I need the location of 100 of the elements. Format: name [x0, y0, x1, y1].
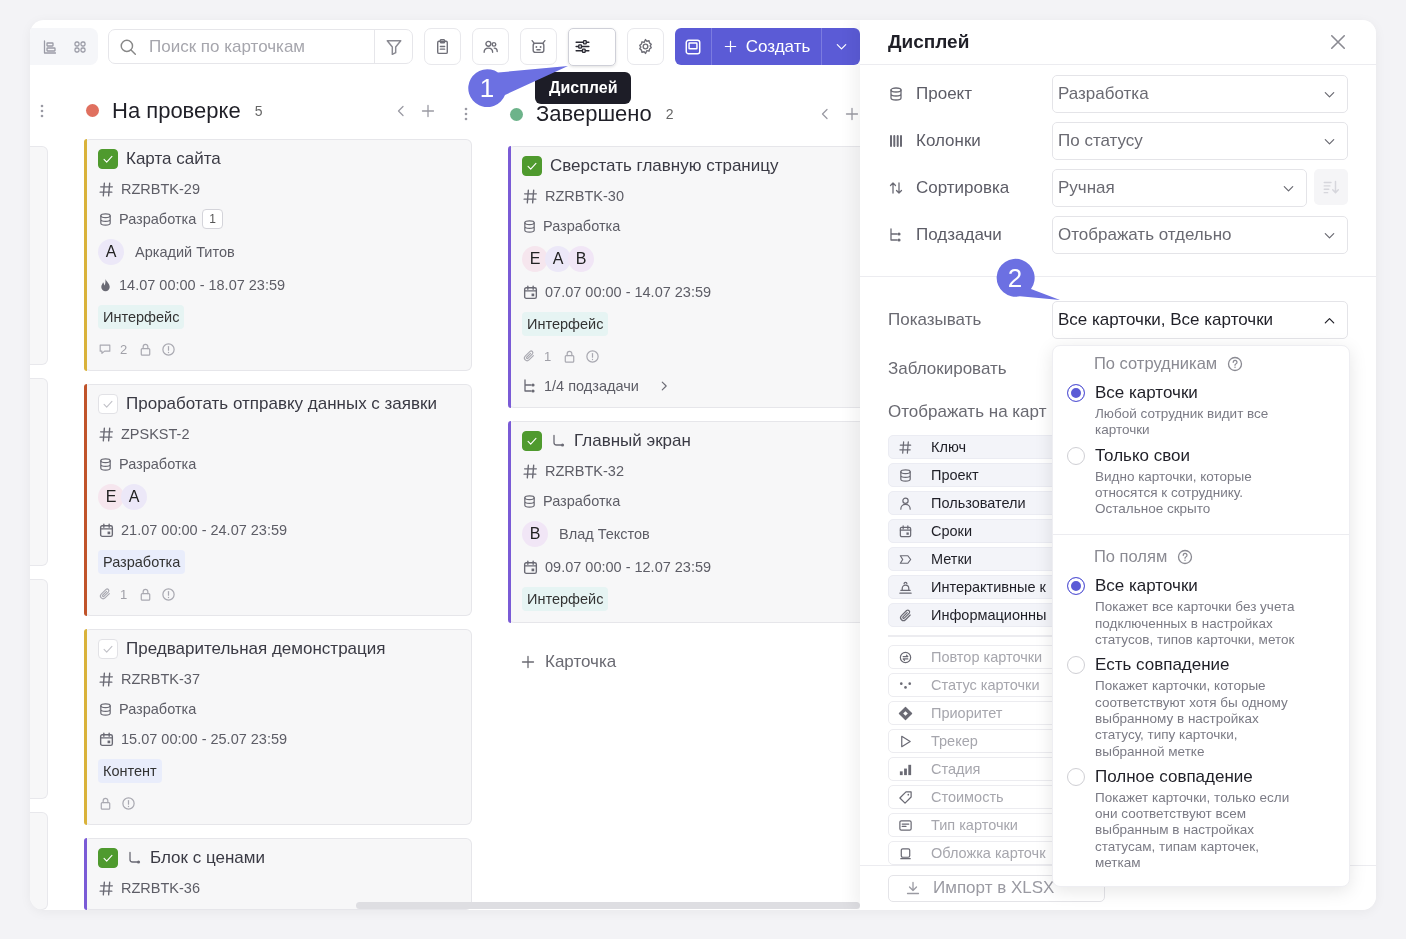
- calendar-icon: [522, 558, 539, 576]
- avatar: Е: [522, 246, 548, 272]
- task-card[interactable]: Проработать отправку данных с заявки ZPSKST-2 Разработка Е А 21.07 00:00 - 24.07 23:59 Разработка 1: [84, 384, 472, 616]
- option-label[interactable]: Все карточки: [1095, 383, 1320, 403]
- help-icon[interactable]: [1177, 549, 1194, 565]
- assignee-name: Влад Текстов: [559, 526, 650, 542]
- clipboard-button[interactable]: [424, 28, 461, 65]
- assignee-name: Аркадий Титов: [135, 244, 235, 260]
- help-icon[interactable]: [1227, 355, 1244, 372]
- select-field[interactable]: Ручная: [1052, 169, 1307, 207]
- counter: 2: [120, 341, 128, 357]
- hash-icon: [98, 670, 115, 688]
- calendar-icon: [98, 521, 115, 539]
- group-title: По полям: [1094, 547, 1168, 567]
- calendar-icon: [98, 730, 115, 748]
- select-field[interactable]: По статусу: [1052, 122, 1348, 160]
- card-title: Карта сайта: [126, 149, 221, 169]
- close-button[interactable]: [1328, 32, 1348, 52]
- plus-icon: [520, 654, 536, 670]
- setting-label: Подзадачи: [916, 225, 1002, 245]
- play-icon: [898, 733, 913, 749]
- comment-icon: [98, 342, 112, 356]
- radio-button[interactable]: [1067, 384, 1085, 402]
- tooltip: Дисплей: [535, 72, 632, 104]
- avatar: А: [98, 239, 124, 265]
- download-icon: [905, 880, 921, 896]
- plus-icon[interactable]: [844, 106, 860, 122]
- card-key: RZRBTK-36: [121, 880, 200, 896]
- price-tag-icon: [898, 789, 913, 805]
- card-count: 5: [254, 102, 263, 119]
- option-label[interactable]: Полное совпадение: [1095, 766, 1320, 787]
- settings-button[interactable]: [627, 28, 664, 65]
- checkbox[interactable]: [522, 156, 542, 176]
- scrollbar[interactable]: [356, 902, 860, 909]
- info-icon: [585, 348, 601, 364]
- sort-descending-icon: [1322, 178, 1340, 196]
- date-range: 21.07 00:00 - 24.07 23:59: [121, 522, 288, 538]
- select-field[interactable]: Отображать отдельно: [1052, 216, 1348, 254]
- option-label[interactable]: Есть совпадение: [1095, 655, 1320, 676]
- calendar-icon: [898, 523, 913, 539]
- select-field[interactable]: Все карточки, Все карточки: [1052, 301, 1348, 339]
- date-range: 15.07 00:00 - 25.07 23:59: [121, 731, 288, 747]
- card-count: 2: [665, 106, 674, 122]
- setting-label: Показывать: [888, 310, 983, 330]
- checkbox[interactable]: [98, 848, 118, 868]
- task-card[interactable]: Главный экран RZRBTK-32 Разработка В Влад Текстов 09.07 00:00 - 12.07 23:59 Интерфейс: [508, 421, 860, 623]
- card-key: RZRBTK-29: [121, 181, 200, 197]
- tag: Интерфейс: [522, 587, 609, 611]
- checkbox[interactable]: [98, 149, 118, 169]
- paperclip-icon: [522, 349, 536, 363]
- subtask-icon: [126, 850, 142, 866]
- display-settings-button[interactable]: [568, 27, 616, 66]
- task-card[interactable]: Карта сайта RZRBTK-29 Разработка 1 А Аркадий Титов 14.07 00:00 - 18.07 23:59 Интерфейс 2: [84, 139, 472, 371]
- hash-icon: [522, 187, 539, 205]
- subtasks-link[interactable]: 1/4 подзадачи: [544, 378, 639, 394]
- robot-button[interactable]: [520, 28, 557, 65]
- hash-icon: [522, 462, 539, 480]
- project-name: Разработка: [543, 218, 621, 234]
- card-key: RZRBTK-37: [121, 671, 200, 687]
- search-bar[interactable]: Поиск по карточкам: [108, 29, 413, 64]
- calendar-icon: [522, 283, 539, 301]
- callout-badge: 2: [996, 258, 1062, 302]
- panel-title: Дисплей: [888, 31, 970, 53]
- database-icon: [98, 211, 113, 227]
- clipboard-icon: [434, 38, 451, 55]
- task-card[interactable]: Сверстать главную страницу RZRBTK-30 Разработка Е А В 07.07 00:00 - 14.07 23:59 Интерфейс 1 1/4 подзадачи: [508, 146, 860, 408]
- database-icon: [888, 86, 904, 102]
- option-label[interactable]: Все карточки: [1095, 576, 1320, 597]
- project-name: Разработка: [119, 211, 197, 227]
- card-key: RZRBTK-30: [545, 188, 624, 204]
- plus-icon[interactable]: [420, 102, 436, 119]
- group-title: По сотрудникам: [1094, 354, 1218, 373]
- sort-icon: [888, 180, 904, 196]
- checkbox[interactable]: [522, 431, 542, 451]
- robot-icon: [530, 38, 547, 55]
- info-icon: [121, 795, 136, 811]
- select-field[interactable]: Разработка: [1052, 75, 1348, 113]
- radio-button[interactable]: [1067, 577, 1085, 596]
- tag: Интерфейс: [522, 312, 609, 336]
- avatar: В: [568, 246, 594, 272]
- list-view-icon[interactable]: [42, 38, 58, 55]
- option-description: Покажет все карточки без учета подключенных в настройках статусов, типов карточки, меток: [1095, 599, 1296, 649]
- view-switcher[interactable]: [30, 28, 98, 65]
- info-icon: [161, 586, 177, 602]
- sliders-icon: [574, 38, 591, 55]
- database-icon: [522, 493, 537, 509]
- cover-icon: [898, 845, 913, 861]
- task-card[interactable]: Предварительная демонстрация RZRBTK-37 Разработка 15.07 00:00 - 25.07 23:59 Контент: [84, 629, 472, 825]
- option-label[interactable]: Только свои: [1095, 445, 1320, 466]
- plus-icon: [722, 39, 738, 54]
- avatar: А: [121, 484, 147, 510]
- search-field[interactable]: Поиск по карточкам: [147, 35, 374, 58]
- users-button[interactable]: [472, 28, 509, 65]
- add-card-button[interactable]: Карточка: [508, 636, 629, 688]
- date-range: 07.07 00:00 - 14.07 23:59: [545, 284, 712, 300]
- grid-view-icon[interactable]: [72, 38, 88, 55]
- task-card[interactable]: Блок с ценами RZRBTK-36: [84, 838, 472, 910]
- info-icon: [161, 341, 177, 357]
- option-description: Любой сотрудник видит все карточки: [1095, 406, 1270, 439]
- avatar: Е: [98, 484, 124, 510]
